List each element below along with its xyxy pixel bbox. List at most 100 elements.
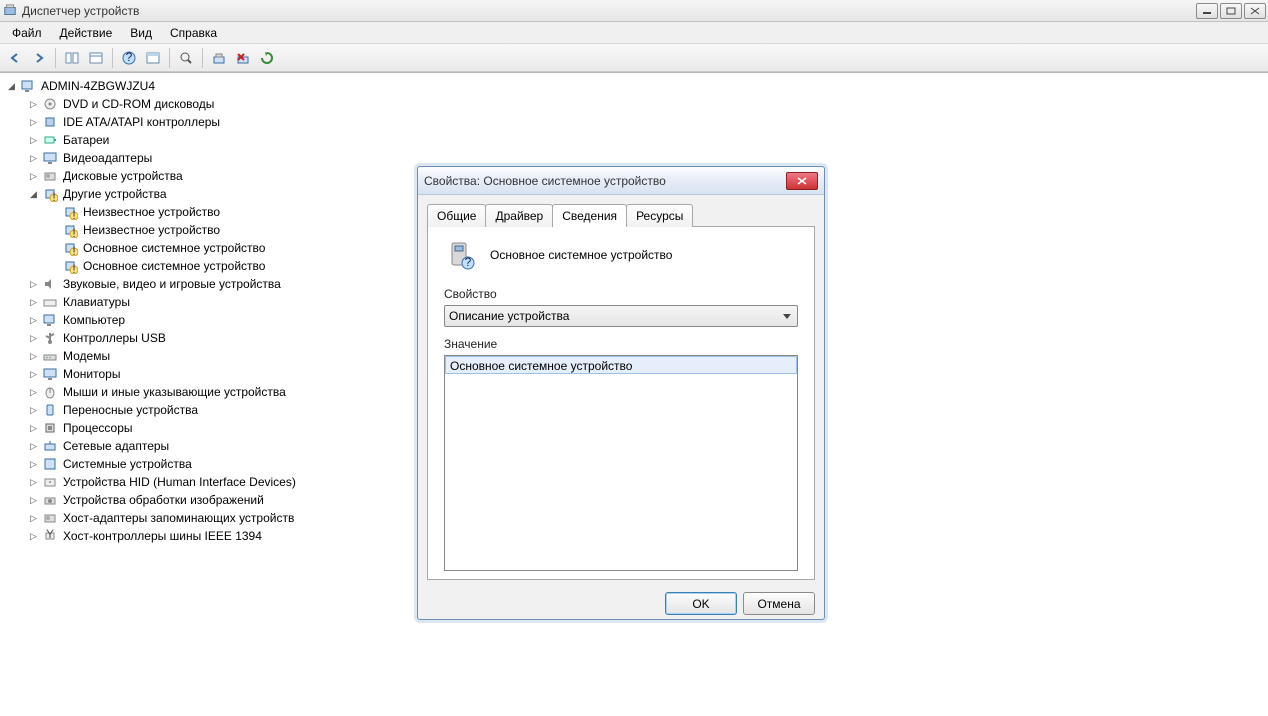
tree-category-label: Дисковые устройства [61, 168, 185, 184]
close-button[interactable] [1244, 3, 1266, 19]
tree-category-label: Клавиатуры [61, 294, 132, 310]
menu-file[interactable]: Файл [4, 24, 50, 42]
dialog-close-button[interactable] [786, 172, 818, 190]
tree-category[interactable]: ▷ IDE ATA/ATAPI контроллеры [6, 113, 1268, 131]
minimize-button[interactable] [1196, 3, 1218, 19]
tree-category[interactable]: ▷ Батареи [6, 131, 1268, 149]
collapse-icon[interactable]: ◢ [28, 189, 39, 200]
help-icon[interactable]: ? [118, 47, 140, 69]
category-icon [42, 330, 58, 346]
tree-category-label: Компьютер [61, 312, 127, 328]
tree-category[interactable]: ▷Видеоадаптеры [6, 149, 1268, 167]
category-icon [42, 114, 58, 130]
scan-hardware-icon[interactable] [208, 47, 230, 69]
expand-icon[interactable]: ▷ [28, 369, 39, 380]
value-list-item[interactable]: Основное системное устройство [445, 356, 797, 374]
expand-icon[interactable]: ▷ [28, 477, 39, 488]
tree-device-label: Основное системное устройство [81, 258, 267, 274]
expand-icon[interactable]: ▷ [28, 531, 39, 542]
category-icon [42, 438, 58, 454]
category-icon [42, 294, 58, 310]
tree-category-label: DVD и CD-ROM дисководы [61, 96, 216, 112]
expand-icon[interactable]: ▷ [28, 387, 39, 398]
cancel-button[interactable]: Отмена [743, 592, 815, 615]
menu-help[interactable]: Справка [162, 24, 225, 42]
svg-text:?: ? [465, 255, 472, 269]
tree-category-label: Модемы [61, 348, 112, 364]
window-title: Диспетчер устройств [22, 4, 1196, 18]
expand-icon[interactable]: ▷ [28, 495, 39, 506]
value-listbox[interactable]: Основное системное устройство [444, 355, 798, 571]
expand-icon[interactable]: ▷ [28, 279, 39, 290]
tree-device-label: Основное системное устройство [81, 240, 267, 256]
dialog-titlebar: Свойства: Основное системное устройство [418, 167, 824, 195]
expand-icon[interactable]: ▷ [28, 441, 39, 452]
tab-driver[interactable]: Драйвер [485, 204, 553, 227]
category-icon [42, 420, 58, 436]
tab-panel-details: ? Основное системное устройство Свойство… [427, 226, 815, 580]
expand-icon[interactable]: ▷ [28, 99, 39, 110]
refresh-icon[interactable] [256, 47, 278, 69]
unknown-device-icon: ! [62, 240, 78, 256]
value-field-label: Значение [444, 337, 798, 351]
category-icon [42, 348, 58, 364]
tree-category-label: Устройства обработки изображений [61, 492, 266, 508]
tab-details[interactable]: Сведения [552, 204, 627, 227]
tree-category-label: Хост-контроллеры шины IEEE 1394 [61, 528, 264, 544]
category-icon [42, 402, 58, 418]
tree-category-label: Другие устройства [61, 186, 169, 202]
category-icon [42, 96, 58, 112]
expand-icon[interactable]: ▷ [28, 315, 39, 326]
panel-icon[interactable] [61, 47, 83, 69]
dialog-title: Свойства: Основное системное устройство [424, 174, 786, 188]
svg-text:!: ! [72, 244, 75, 256]
console-icon[interactable] [85, 47, 107, 69]
expand-icon[interactable]: ▷ [28, 459, 39, 470]
expand-icon[interactable]: ▷ [28, 351, 39, 362]
tree-root-label: ADMIN-4ZBGWJZU4 [39, 78, 157, 94]
expand-icon[interactable]: ▷ [28, 333, 39, 344]
svg-text:?: ? [126, 51, 133, 64]
expand-icon[interactable]: ▷ [28, 117, 39, 128]
tree-root[interactable]: ◢ ADMIN-4ZBGWJZU4 [6, 77, 1268, 95]
maximize-button[interactable] [1220, 3, 1242, 19]
forward-button[interactable] [28, 47, 50, 69]
category-icon [42, 492, 58, 508]
unknown-device-icon: ! [62, 258, 78, 274]
main-titlebar: Диспетчер устройств [0, 0, 1268, 22]
properties-icon[interactable] [142, 47, 164, 69]
tree-category[interactable]: ▷ DVD и CD-ROM дисководы [6, 95, 1268, 113]
property-dropdown[interactable]: Описание устройства [444, 305, 798, 327]
menu-action[interactable]: Действие [52, 24, 121, 42]
find-icon[interactable] [175, 47, 197, 69]
expand-icon[interactable]: ▷ [28, 423, 39, 434]
tree-category-label: Системные устройства [61, 456, 194, 472]
category-icon [42, 168, 58, 184]
expand-icon[interactable]: ▷ [28, 297, 39, 308]
category-icon [42, 510, 58, 526]
tab-resources[interactable]: Ресурсы [626, 204, 693, 227]
expand-icon[interactable]: ▷ [28, 135, 39, 146]
tree-category-label: IDE ATA/ATAPI контроллеры [61, 114, 222, 130]
tree-device-label: Неизвестное устройство [81, 204, 222, 220]
menu-view[interactable]: Вид [122, 24, 160, 42]
expand-icon[interactable]: ▷ [28, 153, 39, 164]
expand-icon[interactable]: ▷ [28, 405, 39, 416]
collapse-icon[interactable]: ◢ [6, 81, 17, 92]
uninstall-icon[interactable] [232, 47, 254, 69]
category-icon [42, 150, 58, 166]
tab-general[interactable]: Общие [427, 204, 486, 227]
unknown-device-icon: ! [62, 222, 78, 238]
back-button[interactable] [4, 47, 26, 69]
app-icon [2, 3, 18, 19]
tree-category-label: Устройства HID (Human Interface Devices) [61, 474, 298, 490]
properties-dialog: Свойства: Основное системное устройство … [417, 166, 825, 620]
device-name-label: Основное системное устройство [490, 248, 672, 262]
expand-icon[interactable]: ▷ [28, 171, 39, 182]
svg-text:!: ! [52, 190, 55, 202]
expand-icon[interactable]: ▷ [28, 513, 39, 524]
tree-category-label: Переносные устройства [61, 402, 200, 418]
ok-button[interactable]: OK [665, 592, 737, 615]
category-icon [42, 366, 58, 382]
tree-category-label: Батареи [61, 132, 111, 148]
